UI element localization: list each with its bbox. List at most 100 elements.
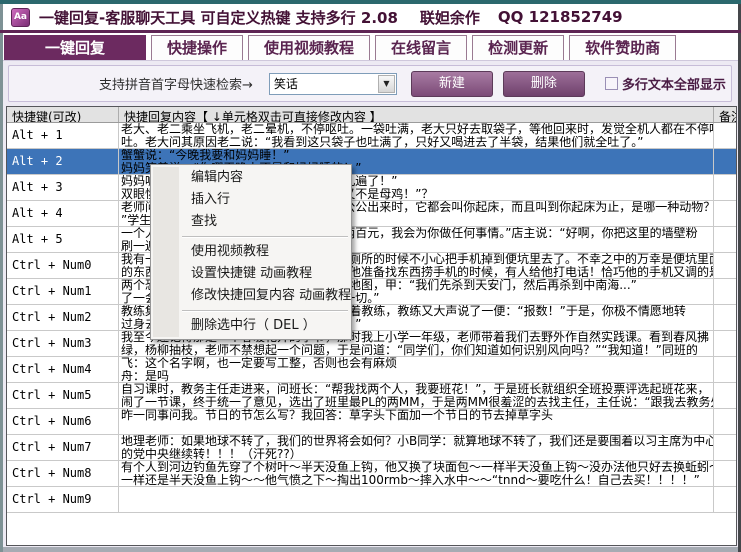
- menu-item-insert-row[interactable]: 插入行: [151, 189, 351, 211]
- note-cell[interactable]: [714, 149, 736, 174]
- table-row[interactable]: Ctrl + Num5 自习课时，教务主任走进来，问班长：“帮我找两个人，我要班…: [7, 383, 736, 409]
- content-line: [121, 487, 713, 500]
- hotkey-cell[interactable]: Alt + 5: [7, 227, 119, 252]
- menu-item-find[interactable]: 查找: [151, 211, 351, 233]
- content-line: 舟：是吗: [121, 370, 713, 383]
- content-line: 蟹蟹说：“今晚我要和妈妈睡！”: [121, 149, 713, 162]
- note-cell[interactable]: [714, 435, 736, 460]
- content-cell[interactable]: 老大、老二乘坐飞机，老二晕机，不停呕吐。一袋吐满，老大只好去取袋子，等他回来时，…: [119, 123, 714, 148]
- chevron-down-icon[interactable]: ▼: [378, 75, 395, 93]
- tab-video-tutorial[interactable]: 使用视频教程: [248, 35, 370, 60]
- note-cell[interactable]: [714, 461, 736, 486]
- multiline-display-label: 多行文本全部显示: [622, 74, 726, 93]
- hotkey-cell[interactable]: Ctrl + Num4: [7, 357, 119, 382]
- toolbar: 支持拼音首字母快速检索→ 笑话 ▼ 新建 删除 多行文本全部显示: [8, 65, 732, 102]
- main-panel: 支持拼音首字母快速检索→ 笑话 ▼ 新建 删除 多行文本全部显示 快捷键(可改)…: [3, 60, 738, 547]
- content-cell[interactable]: [119, 487, 714, 512]
- note-cell[interactable]: [714, 487, 736, 512]
- content-cell[interactable]: 有个人到河边钓鱼先穿了个树叶～半天没鱼上钩，他又换了块面包～一样半天没鱼上钩～没…: [119, 461, 714, 486]
- table-row-selected[interactable]: Alt + 2 蟹蟹说：“今晚我要和妈妈睡！” 妈妈笑着说：“你哪天晚上不是和妈…: [7, 149, 736, 175]
- tab-quick-actions[interactable]: 快捷操作: [151, 35, 243, 60]
- menu-item-modify-reply-tutorial[interactable]: 修改快捷回复内容 动画教程: [151, 285, 351, 307]
- header-content: 快捷回复内容【 ↓单元格双击可直接修改内容 】: [119, 107, 714, 122]
- note-cell[interactable]: [714, 409, 736, 434]
- table-row[interactable]: Alt + 5 一个人走进酒吧，对店主说：“如果你给我两百元，我会为你做任何事情…: [7, 227, 736, 253]
- note-cell[interactable]: [714, 227, 736, 252]
- hotkey-cell[interactable]: Ctrl + Num7: [7, 435, 119, 460]
- table-row[interactable]: Ctrl + Num3 我至今还记得那是一个春暖花开的季节，那时我上小学一年级，…: [7, 331, 736, 357]
- table-row[interactable]: Alt + 1 老大、老二乘坐飞机，老二晕机，不停呕吐。一袋吐满，老大只好去取袋…: [7, 123, 736, 149]
- window-border-bottom: [3, 547, 738, 552]
- table-row[interactable]: Ctrl + Num6 昨一同事问我。节日的节怎么写？我回答：草字头下面加一个节…: [7, 409, 736, 435]
- multiline-display-checkbox[interactable]: [605, 77, 618, 90]
- category-combobox[interactable]: 笑话 ▼: [269, 73, 397, 95]
- category-combobox-value: 笑话: [270, 75, 298, 92]
- hotkey-cell[interactable]: Ctrl + Num9: [7, 487, 119, 512]
- tab-online-message[interactable]: 在线留言: [375, 35, 467, 60]
- content-line: 吐。老大问其原因老二说：“我看到这只袋子也吐满了，只好又喝进去了半袋，结果他们就…: [121, 136, 713, 149]
- context-menu: 编辑内容 插入行 查找 使用视频教程 设置快捷键 动画教程 修改快捷回复内容 动…: [150, 164, 352, 340]
- content-cell[interactable]: 飞：这个名字啊，也一定要写工整，否则也会有麻烦 舟：是吗: [119, 357, 714, 382]
- note-cell[interactable]: [714, 305, 736, 330]
- content-line: 飞：这个名字啊，也一定要写工整，否则也会有麻烦: [121, 357, 713, 370]
- note-cell[interactable]: [714, 357, 736, 382]
- note-cell[interactable]: [714, 383, 736, 408]
- menu-separator: [182, 310, 348, 312]
- content-cell[interactable]: 地理老师：如果地球不转了，我们的世界将会如何？小B同学：就算地球不转了，我们还是…: [119, 435, 714, 460]
- hotkey-cell[interactable]: Ctrl + Num1: [7, 279, 119, 304]
- hotkey-cell[interactable]: Alt + 2: [7, 149, 119, 174]
- content-line: [121, 500, 713, 513]
- content-line: 自习课时，教务主任走进来，问班长：“帮我找两个人，我要班花！”，于是班长就组织全…: [121, 383, 713, 396]
- hotkey-cell[interactable]: Ctrl + Num8: [7, 461, 119, 486]
- note-cell[interactable]: [714, 331, 736, 356]
- table-row[interactable]: Ctrl + Num2 教练集合队伍后大喊：“报数！”你呆呆地看着教练，教练又大…: [7, 305, 736, 331]
- window-title-qq: QQ 121852749: [498, 8, 623, 26]
- tab-check-update[interactable]: 检测更新: [472, 35, 564, 60]
- content-line: 老大、老二乘坐飞机，老二晕机，不停呕吐。一袋吐满，老大只好去取袋子，等他回来时，…: [121, 123, 713, 136]
- content-cell[interactable]: 自习课时，教务主任走进来，问班长：“帮我找两个人，我要班花！”，于是班长就组织全…: [119, 383, 714, 408]
- content-line: 有个人到河边钓鱼先穿了个树叶～半天没鱼上钩，他又换了块面包～一样半天没鱼上钩～没…: [121, 461, 713, 474]
- note-cell[interactable]: [714, 123, 736, 148]
- window-title: 一键回复-客服聊天工具 可自定义热键 支持多行 2.08: [39, 7, 398, 28]
- menu-item-video-tutorial[interactable]: 使用视频教程: [151, 241, 351, 263]
- note-cell[interactable]: [714, 253, 736, 278]
- table-row[interactable]: Ctrl + Num4 飞：这个名字啊，也一定要写工整，否则也会有麻烦 舟：是吗: [7, 357, 736, 383]
- table-row[interactable]: Alt + 3 妈妈喊儿子起床：“快起床！公鸡都叫了好几遍了！” 双眼惺忪的儿子…: [7, 175, 736, 201]
- delete-button[interactable]: 删除: [503, 71, 585, 97]
- table-row[interactable]: Ctrl + Num9: [7, 487, 736, 513]
- pinyin-search-label: 支持拼音首字母快速检索→: [99, 74, 253, 93]
- table-header-row: 快捷键(可改) 快捷回复内容【 ↓单元格双击可直接修改内容 】 备注: [7, 107, 736, 123]
- table-row[interactable]: Alt + 4 老师问同学们：“有一种动物每天早上太阳公公出来时，它都会叫你起床…: [7, 201, 736, 227]
- note-cell[interactable]: [714, 201, 736, 226]
- note-cell[interactable]: [714, 175, 736, 200]
- hotkey-cell[interactable]: Ctrl + Num2: [7, 305, 119, 330]
- tab-bar: 一键回复 快捷操作 使用视频教程 在线留言 检测更新 软件赞助商: [3, 33, 738, 60]
- menu-item-edit-content[interactable]: 编辑内容: [151, 167, 351, 189]
- hotkey-cell[interactable]: Alt + 1: [7, 123, 119, 148]
- tab-sponsor[interactable]: 软件赞助商: [569, 35, 676, 60]
- menu-item-delete-selected-row[interactable]: 删除选中行（ DEL ）: [151, 315, 351, 337]
- window-title-author: 联妲余作: [420, 7, 480, 28]
- table-row[interactable]: Ctrl + Num1 两个恐怖分子坐在一起认真研究着一张北京地图，甲：“我们先…: [7, 279, 736, 305]
- content-line: 一样还是半天没鱼上钩～～他气愤之下～掏出100rmb～摔入水中～～“tnnd～要…: [121, 474, 713, 487]
- hotkey-cell[interactable]: Alt + 3: [7, 175, 119, 200]
- hotkey-cell[interactable]: Alt + 4: [7, 201, 119, 226]
- hotkey-cell[interactable]: Ctrl + Num3: [7, 331, 119, 356]
- menu-separator: [182, 236, 348, 238]
- note-cell[interactable]: [714, 279, 736, 304]
- hotkey-cell[interactable]: Ctrl + Num0: [7, 253, 119, 278]
- content-line: 地理老师：如果地球不转了，我们的世界将会如何？小B同学：就算地球不转了，我们还是…: [121, 435, 713, 448]
- header-hotkey: 快捷键(可改): [7, 107, 119, 122]
- table-row[interactable]: Ctrl + Num0 我有一个朋友，前几天晚上他去上一个公共厕所的时候不小心把…: [7, 253, 736, 279]
- title-bar: Aa 一键回复-客服聊天工具 可自定义热键 支持多行 2.08 联妲余作 QQ …: [3, 4, 738, 30]
- new-button[interactable]: 新建: [411, 71, 493, 97]
- hotkey-cell[interactable]: Ctrl + Num6: [7, 409, 119, 434]
- tab-quick-reply[interactable]: 一键回复: [4, 35, 146, 60]
- table-row[interactable]: Ctrl + Num8 有个人到河边钓鱼先穿了个树叶～半天没鱼上钩，他又换了块面…: [7, 461, 736, 487]
- table-row[interactable]: Ctrl + Num7 地理老师：如果地球不转了，我们的世界将会如何？小B同学：…: [7, 435, 736, 461]
- menu-item-set-hotkey-tutorial[interactable]: 设置快捷键 动画教程: [151, 263, 351, 285]
- content-cell[interactable]: 昨一同事问我。节日的节怎么写？我回答：草字头下面加一个节日的节去掉草字头: [119, 409, 714, 434]
- hotkey-cell[interactable]: Ctrl + Num5: [7, 383, 119, 408]
- content-line: 的党中央继续转！！！（汗死??）: [121, 448, 713, 461]
- content-line: 绿，杨柳抽枝，老师不禁想起一个问题，于是问道：“同学们，你们知道如何识别风向吗？…: [121, 344, 713, 357]
